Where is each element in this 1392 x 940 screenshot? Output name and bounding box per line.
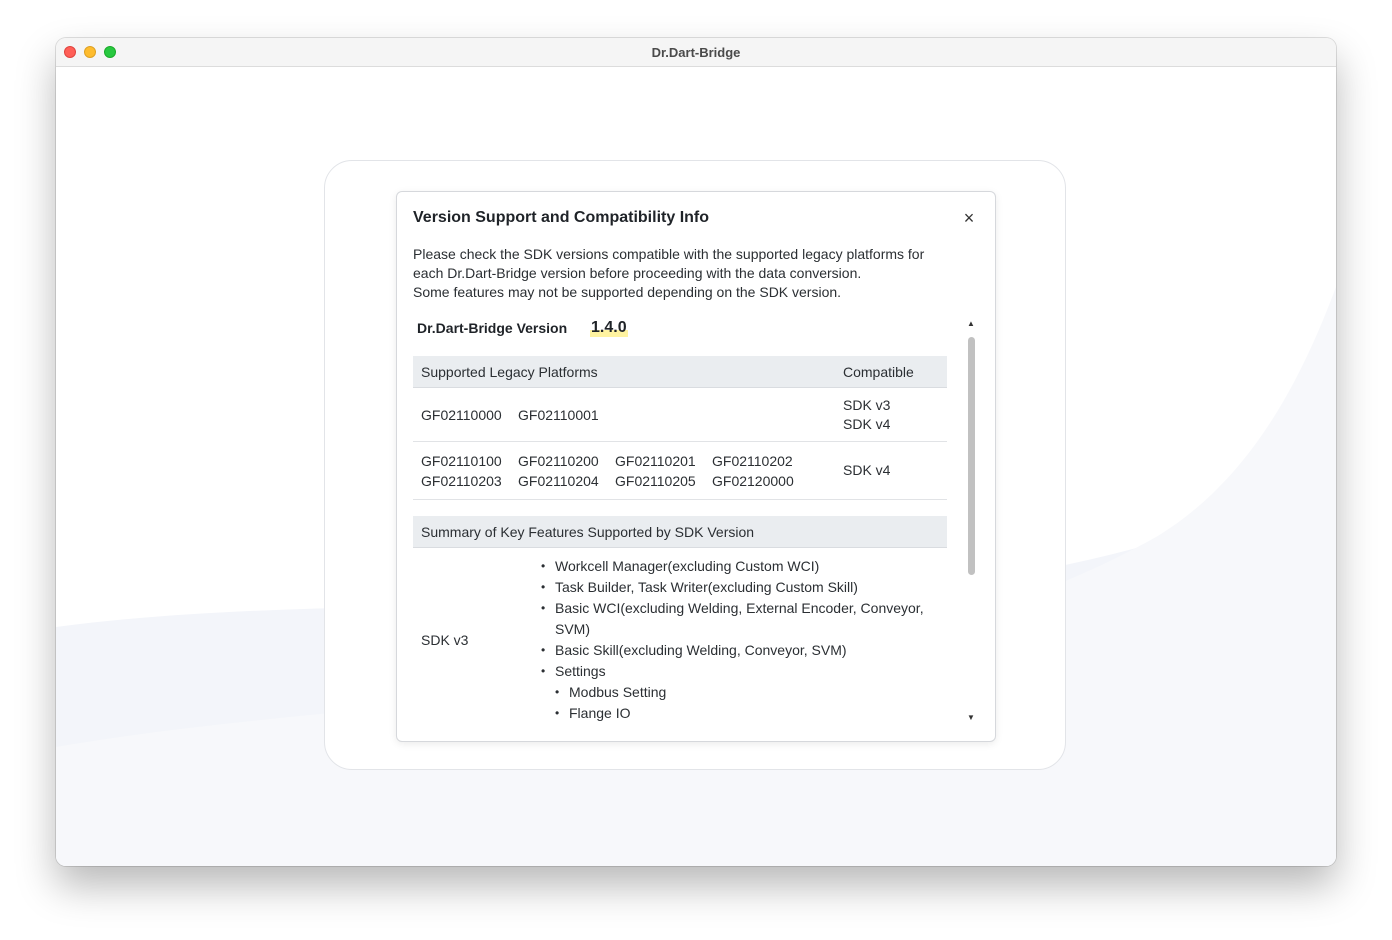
summary-header: Summary of Key Features Supported by SDK… xyxy=(413,516,947,548)
feature-list: Workcell Manager(excluding Custom WCI) T… xyxy=(541,556,939,724)
platform-codes-cell: GF02110000 GF02110001 xyxy=(413,387,835,442)
description-line: Some features may not be supported depen… xyxy=(413,284,842,300)
compatible-sdk: SDK v4 xyxy=(843,462,891,478)
version-label: Dr.Dart-Bridge Version xyxy=(417,320,568,336)
feature-item: Basic Skill(excluding Welding, Conveyor,… xyxy=(541,640,939,661)
platform-code: GF02110001 xyxy=(518,406,599,423)
table-row: SDK v3 Workcell Manager(excluding Custom… xyxy=(413,547,947,724)
features-cell: Workcell Manager(excluding Custom WCI) T… xyxy=(533,547,947,724)
vertical-scrollbar[interactable]: ▲ ▼ xyxy=(964,318,978,724)
version-row: Dr.Dart-Bridge Version 1.4.0 xyxy=(413,316,963,356)
scroll-down-icon[interactable]: ▼ xyxy=(964,712,978,724)
compatible-cell: SDK v3 SDK v4 xyxy=(835,387,947,442)
sdk-version-cell: SDK v3 xyxy=(413,547,533,724)
platform-code: GF02110200 xyxy=(518,452,599,469)
compatible-sdk: SDK v3 xyxy=(843,396,891,413)
feature-item-label: Settings xyxy=(555,663,606,679)
column-header-platforms: Supported Legacy Platforms xyxy=(413,356,835,388)
compatible-cell: SDK v4 xyxy=(835,441,947,500)
app-window: Dr.Dart-Bridge Version Support and Compa… xyxy=(56,38,1336,866)
table-row: GF02110000 GF02110001 SDK v3 SDK v4 xyxy=(413,387,947,442)
feature-item: Task Builder, Task Writer(excluding Cust… xyxy=(541,577,939,598)
table-header-row: Supported Legacy Platforms Compatible xyxy=(413,356,947,388)
scroll-up-icon[interactable]: ▲ xyxy=(964,318,978,330)
version-value: 1.4.0 xyxy=(590,319,628,337)
scrollbar-thumb[interactable] xyxy=(968,337,975,575)
feature-item-settings: Settings Modbus Setting Flange IO xyxy=(541,661,939,724)
sub-feature-list: Modbus Setting Flange IO xyxy=(555,682,939,724)
column-header-compatible: Compatible xyxy=(835,356,947,388)
platform-codes-cell: GF02110100 GF02110200 GF02110201 GF02110… xyxy=(413,441,835,500)
platform-code: GF02110000 xyxy=(421,406,502,423)
platform-code: GF02110204 xyxy=(518,472,599,489)
dialog-title: Version Support and Compatibility Info xyxy=(413,209,710,226)
platform-code: GF02110100 xyxy=(421,452,502,469)
sub-feature-item: Flange IO xyxy=(555,703,939,724)
platform-code: GF02110205 xyxy=(615,472,696,489)
feature-item: Workcell Manager(excluding Custom WCI) xyxy=(541,556,939,577)
window-content: Version Support and Compatibility Info ×… xyxy=(56,67,1336,866)
description-line: each Dr.Dart-Bridge version before proce… xyxy=(413,265,862,281)
compatible-sdk: SDK v4 xyxy=(843,415,891,432)
platform-code: GF02110201 xyxy=(615,452,696,469)
platforms-table: Supported Legacy Platforms Compatible GF… xyxy=(413,356,947,500)
compatibility-dialog: Version Support and Compatibility Info ×… xyxy=(396,191,996,742)
features-summary-table: Summary of Key Features Supported by SDK… xyxy=(413,516,947,724)
table-row: GF02110100 GF02110200 GF02110201 GF02110… xyxy=(413,441,947,500)
window-title: Dr.Dart-Bridge xyxy=(651,45,741,60)
platform-code: GF02120000 xyxy=(712,472,794,489)
feature-item: Basic WCI(excluding Welding, External En… xyxy=(541,598,939,640)
title-bar: Dr.Dart-Bridge xyxy=(56,38,1336,67)
dialog-scroll-area[interactable]: Dr.Dart-Bridge Version 1.4.0 Supported L… xyxy=(413,316,963,724)
table-header-row: Summary of Key Features Supported by SDK… xyxy=(413,516,947,548)
platform-code: GF02110202 xyxy=(712,452,793,469)
dialog-description: Please check the SDK versions compatible… xyxy=(413,245,973,302)
sub-feature-item: Modbus Setting xyxy=(555,682,939,703)
description-line: Please check the SDK versions compatible… xyxy=(413,246,925,262)
platform-code: GF02110203 xyxy=(421,472,502,489)
close-icon[interactable]: × xyxy=(959,208,979,228)
